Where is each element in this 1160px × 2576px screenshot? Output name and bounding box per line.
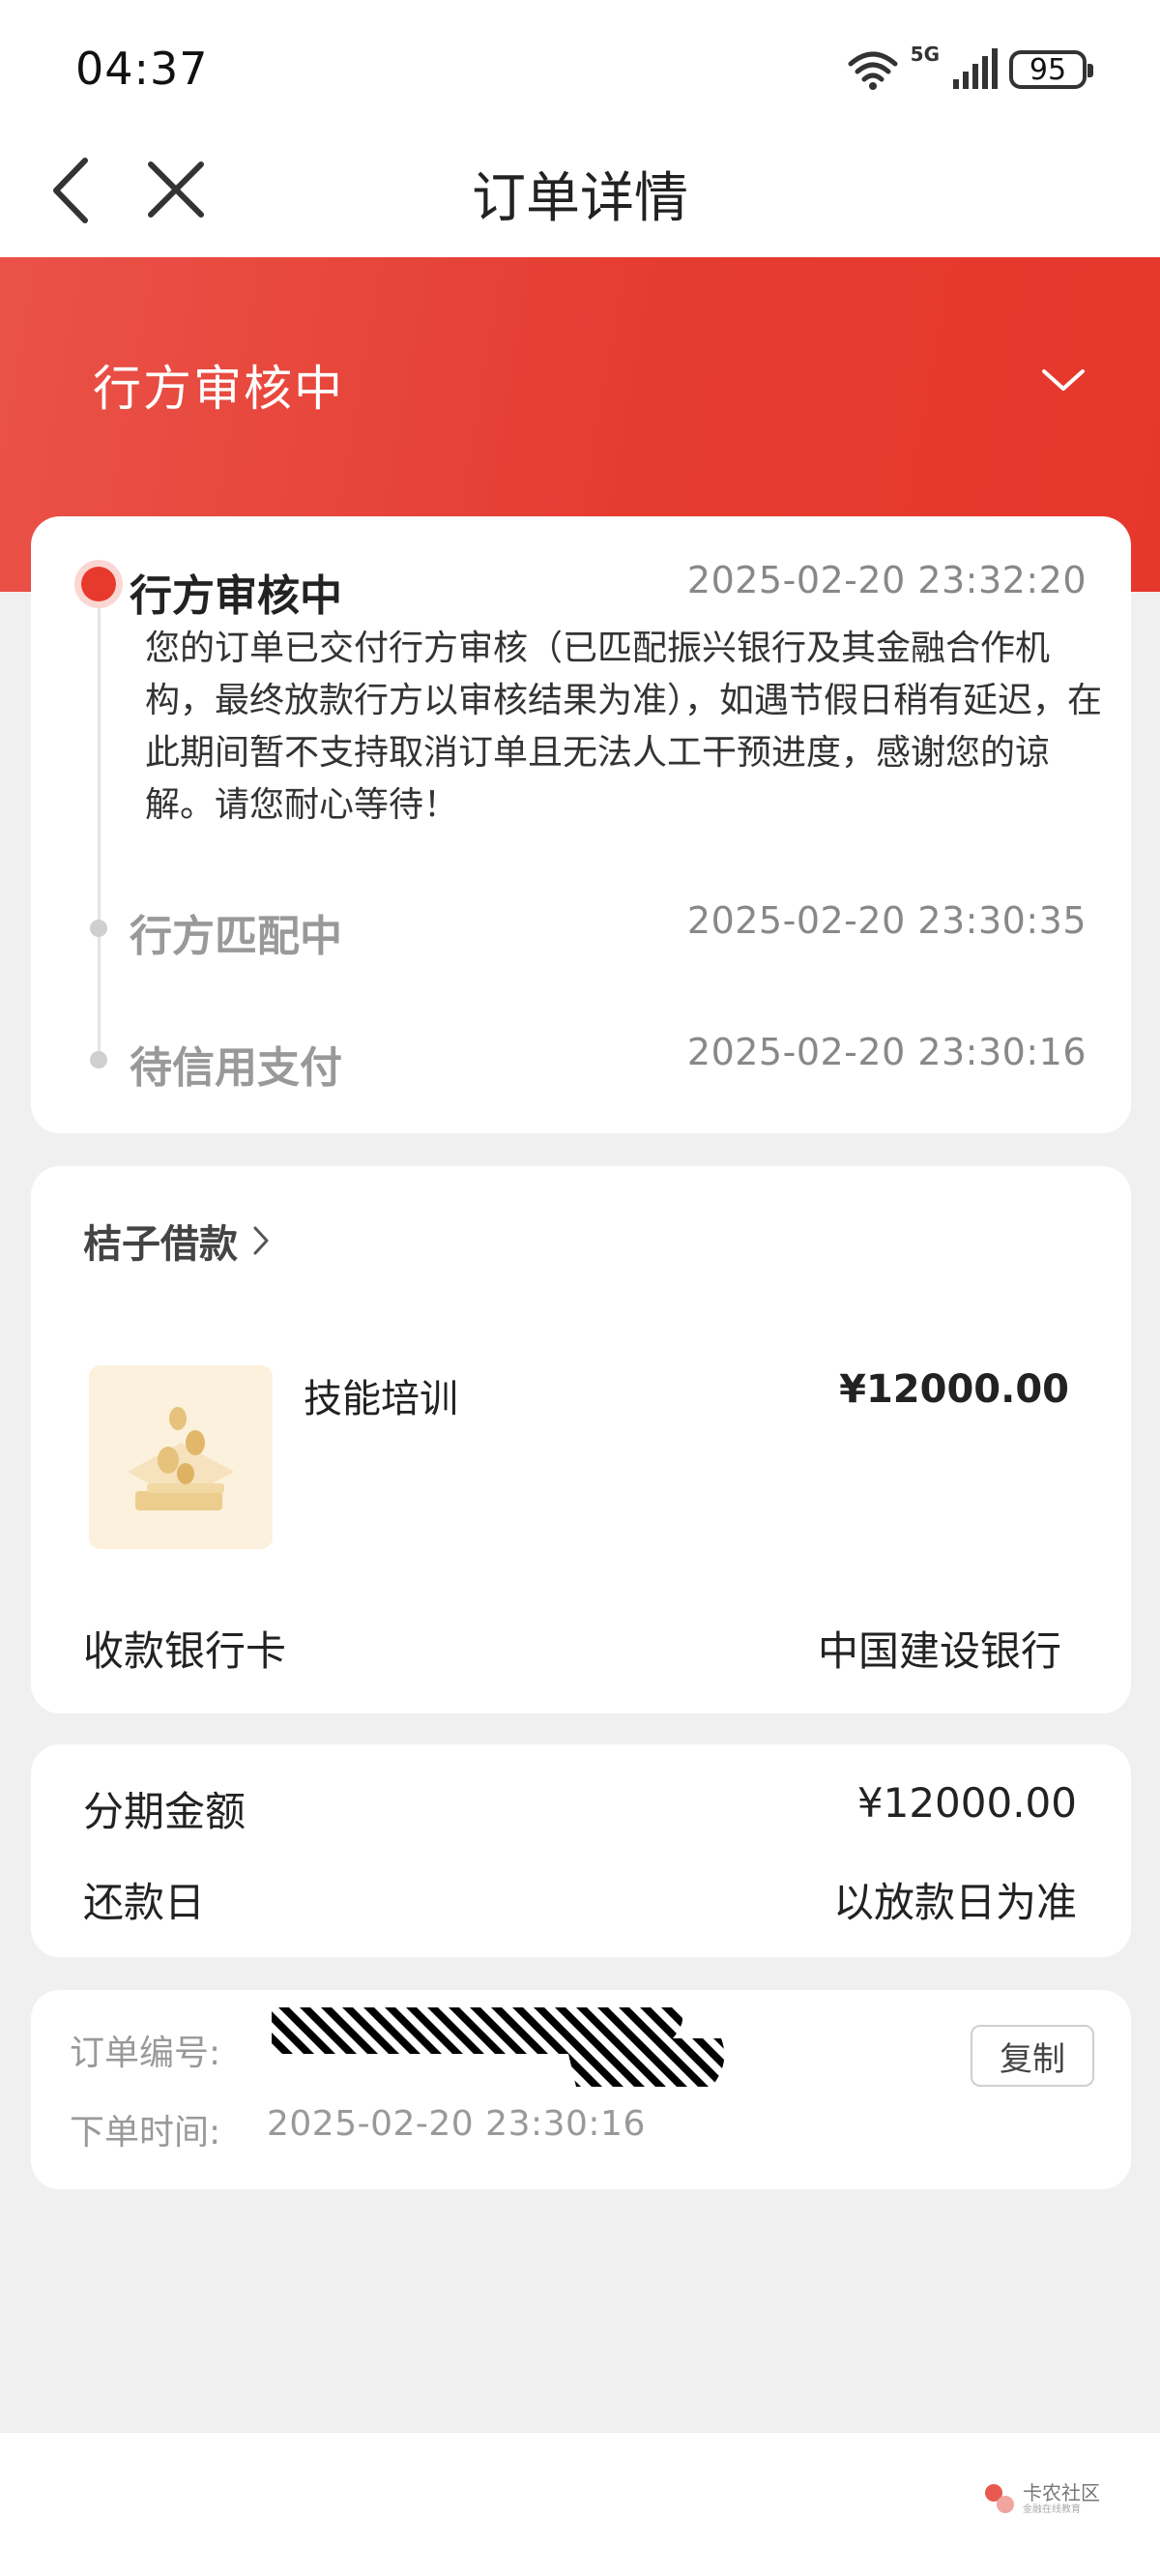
installment-amount-label: 分期金额: [83, 1788, 246, 1835]
timeline-step-time: 2025-02-20 23:30:35: [686, 899, 1087, 942]
product-card: 桔子借款 技能培训 ¥12000.00 收款银行卡 中国建设银行: [31, 1166, 1131, 1713]
network-type-label: 5G: [910, 43, 940, 66]
order-time-value: 2025-02-20 23:30:16: [267, 2104, 646, 2144]
progress-timeline-card: 行方审核中 2025-02-20 23:32:20 您的订单已交付行方审核（已匹…: [31, 516, 1131, 1133]
timeline-line: [98, 584, 101, 1058]
status-time: 04:37: [75, 43, 209, 95]
product-name: 技能培训: [304, 1377, 458, 1421]
merchant-name: 桔子借款: [83, 1222, 238, 1267]
timeline-dot-active: [81, 567, 116, 601]
merchant-link[interactable]: 桔子借款: [83, 1213, 271, 1269]
timeline-step-time: 2025-02-20 23:32:20: [686, 559, 1087, 601]
wifi-icon: [848, 51, 898, 90]
timeline-step-title: 待信用支付: [130, 1043, 342, 1093]
nav-bar: 订单详情: [0, 126, 1160, 257]
battery-level: 95: [1029, 52, 1067, 87]
timeline-dot: [90, 1051, 107, 1068]
order-status-title: 行方审核中: [93, 361, 344, 417]
timeline-step-title: 行方审核中: [130, 571, 342, 621]
order-time-label: 下单时间:: [70, 2113, 221, 2152]
chevron-right-icon: [253, 1226, 269, 1255]
page-title: 订单详情: [472, 167, 688, 230]
timeline-step-description: 您的订单已交付行方审核（已匹配振兴银行及其金融合作机构，最终放款行方以审核结果为…: [145, 629, 1103, 825]
kanong-logo-icon: [985, 2484, 1014, 2513]
status-icons: 5G 95: [847, 43, 1093, 95]
timeline-dot: [90, 920, 107, 937]
redacted-order-number: [272, 2007, 725, 2087]
order-detail-page: 04:37 5G 95 订单详情 行方审核中 行方审核中 2025-02-20 …: [0, 0, 1160, 2576]
signal-icon: [953, 48, 998, 89]
watermark: 卡农社区 金融在线教育: [982, 2481, 1100, 2516]
order-number-label: 订单编号:: [70, 2034, 221, 2073]
watermark-subtitle: 金融在线教育: [1023, 2503, 1081, 2515]
bank-card-value: 中国建设银行: [817, 1627, 1061, 1675]
watermark-name: 卡农社区: [1023, 2480, 1100, 2504]
copy-order-number-button[interactable]: 复制: [971, 2025, 1094, 2087]
watermark-text: 卡农社区 金融在线教育: [1023, 2483, 1100, 2515]
repayment-day-value: 以放款日为准: [832, 1879, 1077, 1926]
coins-icon: [89, 1365, 273, 1549]
installment-card: 分期金额 ¥12000.00 还款日 以放款日为准: [31, 1744, 1131, 1957]
status-bar: 04:37 5G 95: [0, 0, 1160, 126]
bank-card-label: 收款银行卡: [83, 1627, 287, 1675]
chevron-down-icon[interactable]: [1040, 366, 1087, 395]
timeline-step-title: 行方匹配中: [130, 912, 342, 961]
installment-amount-value: ¥12000.00: [856, 1779, 1077, 1827]
order-info-card: 订单编号: 复制 下单时间: 2025-02-20 23:30:16: [31, 1990, 1131, 2189]
repayment-day-label: 还款日: [83, 1879, 206, 1926]
product-price: ¥12000.00: [839, 1367, 1069, 1412]
timeline-step-time: 2025-02-20 23:30:16: [686, 1031, 1087, 1073]
battery-icon: 95: [1009, 50, 1093, 89]
product-image: [89, 1365, 273, 1549]
